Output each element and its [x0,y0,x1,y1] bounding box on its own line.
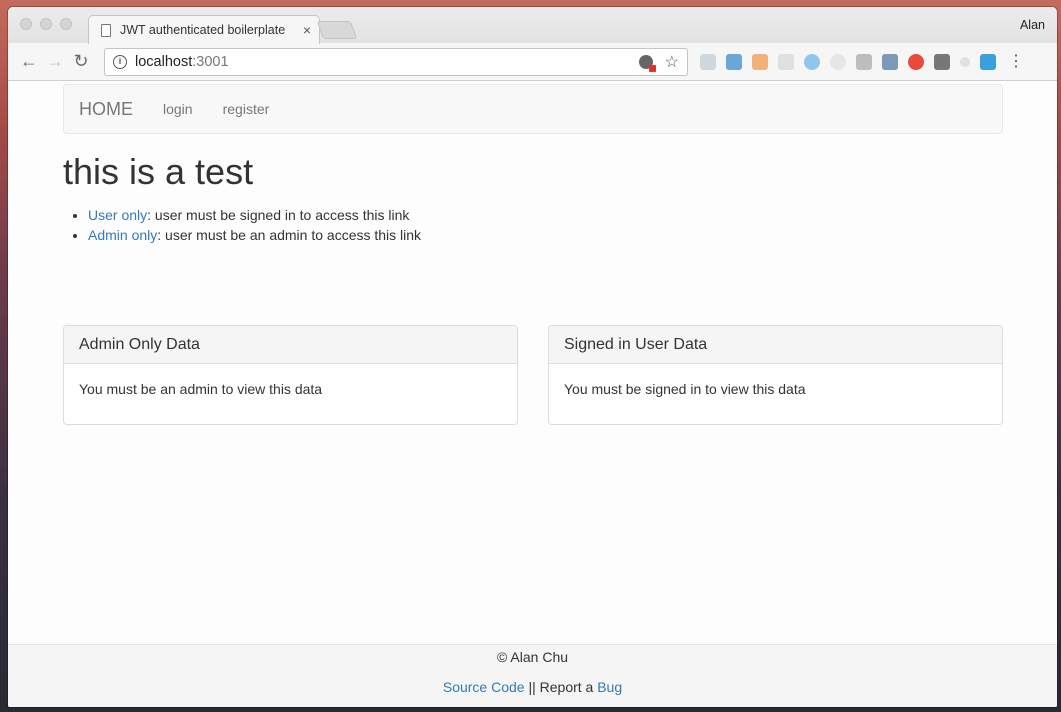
panel-heading: Signed in User Data [549,326,1002,364]
bug-link[interactable]: Bug [597,679,622,695]
dot-icon[interactable] [960,56,970,67]
user-data-panel: Signed in User Data You must be signed i… [548,325,1003,425]
home-link[interactable]: HOME [79,99,133,120]
info-icon[interactable]: i [113,54,127,69]
page-viewport: HOME login register this is a test User … [8,81,1057,707]
new-tab-button[interactable] [316,21,358,39]
access-links-list: User only: user must be signed in to acc… [88,205,421,245]
timer-icon[interactable] [804,53,820,70]
panel-body: You must be signed in to view this data [564,381,806,397]
list-item-text: : user must be an admin to access this l… [157,227,422,243]
back-button[interactable]: ← [16,51,42,72]
url-text[interactable]: localhost:3001 [135,54,639,70]
s-icon[interactable] [980,53,996,70]
register-link[interactable]: register [223,101,270,117]
footer-separator: || Report a [524,679,598,695]
footer-links: Source Code || Report a Bug [8,679,1057,695]
minimize-window-button[interactable] [40,18,52,30]
list-item: Admin only: user must be an admin to acc… [88,225,421,245]
menu-icon[interactable]: ⋮ [1008,53,1024,70]
trash-icon[interactable] [856,53,872,70]
user-only-link[interactable]: User only [88,207,147,223]
browser-toolbar: ← → ↻ i localhost:3001 ☆ ⋮ [8,43,1057,81]
login-link[interactable]: login [163,101,193,117]
copyright-text: © Alan Chu [496,649,569,665]
document-icon [101,23,111,37]
grid-icon[interactable] [778,53,794,70]
extension-icons [700,53,996,70]
blocked-cookies-icon[interactable] [638,54,656,72]
browser-window: JWT authenticated boilerplate × Alan ← →… [8,7,1057,707]
bookmark-icon[interactable] [752,53,768,70]
tab-strip: JWT authenticated boilerplate × Alan [8,7,1057,44]
bookmark-star-icon[interactable]: ☆ [665,52,679,72]
page-title: this is a test [63,151,254,192]
close-window-button[interactable] [20,18,32,30]
admin-data-panel: Admin Only Data You must be an admin to … [63,325,518,425]
admin-only-link[interactable]: Admin only [88,227,157,243]
list-item: User only: user must be signed in to acc… [88,205,421,225]
panel-heading: Admin Only Data [64,326,517,364]
panel-body: You must be an admin to view this data [79,381,323,397]
url-host: localhost [135,53,193,70]
pocket-icon[interactable] [934,53,950,70]
forward-button[interactable]: → [42,51,68,72]
zoom-window-button[interactable] [60,18,72,30]
profile-name[interactable]: Alan [1020,18,1045,32]
tab-active[interactable]: JWT authenticated boilerplate × [88,15,320,44]
circle-icon[interactable] [830,53,846,70]
tab-close-button[interactable]: × [303,22,311,38]
url-port: :3001 [192,53,229,70]
list-item-text: : user must be signed in to access this … [147,207,410,223]
window-controls [20,18,72,30]
address-bar[interactable]: i localhost:3001 ☆ [104,47,688,76]
opera-icon[interactable] [908,53,924,70]
tab-title: JWT authenticated boilerplate [120,23,286,37]
source-code-link[interactable]: Source Code [443,679,525,695]
branch-icon[interactable] [882,53,898,70]
reload-button[interactable]: ↻ [68,51,94,72]
footer: © Alan Chu Source Code || Report a Bug [8,644,1057,707]
navbar: HOME login register [63,84,1003,134]
skype-icon[interactable] [700,53,716,70]
eyedropper-icon[interactable] [726,53,742,70]
